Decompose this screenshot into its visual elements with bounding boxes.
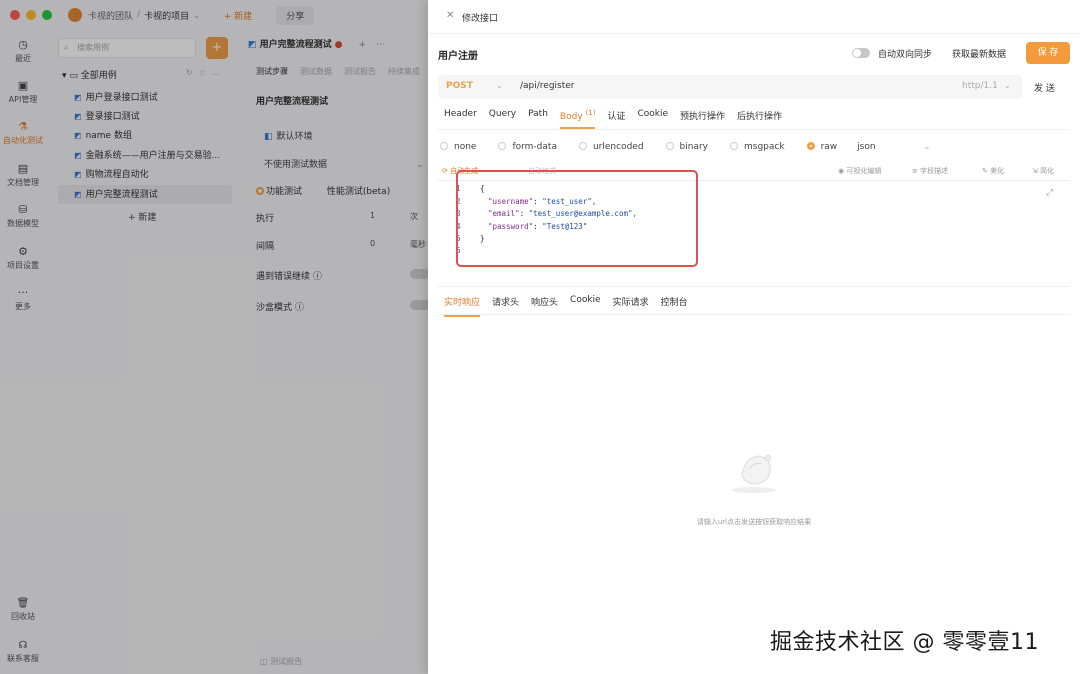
body-type-group: none form-data urlencoded binary msgpack… [440, 142, 930, 152]
radio-urlencoded[interactable]: urlencoded [578, 142, 644, 152]
protocol-select[interactable]: http/1.1 [962, 81, 998, 91]
tab-body[interactable]: Body (1) [559, 109, 596, 129]
fetch-latest-button[interactable]: 获取最新数据 [952, 47, 1006, 60]
visual-edit-button[interactable]: ◉ 可视化编辑 [838, 166, 881, 176]
radio-label: msgpack [744, 142, 785, 152]
radio-dot [730, 142, 739, 150]
url-input[interactable]: /api/register [520, 81, 575, 91]
expand-icon[interactable]: ⤢ [1046, 188, 1053, 198]
radio-label: raw [820, 142, 838, 152]
tab-auth[interactable]: 认证 [607, 109, 625, 129]
request-url-bar: POST ⌄ /api/register http/1.1 ⌄ [438, 75, 1022, 99]
radio-label: binary [679, 142, 709, 152]
chevron-down-icon[interactable]: ⌄ [1004, 81, 1011, 90]
beautify-label: 美化 [990, 167, 1005, 175]
radio-dot [440, 142, 448, 150]
minify-label: 简化 [1040, 167, 1055, 175]
tab-header[interactable]: Header [444, 109, 477, 129]
api-name[interactable]: 用户注册 [438, 47, 478, 62]
field-desc-label: 字段描述 [920, 167, 949, 175]
field-desc-button[interactable]: ≡ 字段描述 [912, 166, 948, 176]
empty-state-text: 请输入url点击发送按钮获取响应结果 [696, 518, 812, 526]
empty-state-illustration [732, 454, 776, 493]
radio-form-data[interactable]: form-data [498, 142, 557, 152]
close-icon[interactable]: ✕ [446, 10, 454, 21]
drawer-header: ✕ 修改接口 [428, 0, 1080, 34]
tab-body-label: Body [559, 112, 583, 122]
radio-dot [806, 142, 815, 150]
radio-dot [578, 142, 587, 150]
auto-sync-toggle[interactable] [852, 48, 870, 58]
radio-msgpack[interactable]: msgpack [730, 142, 785, 152]
divider [438, 129, 1070, 130]
drawer-title: 修改接口 [462, 14, 499, 24]
tab-pre-actions[interactable]: 预执行操作 [680, 109, 725, 129]
compress-icon: ⇲ [1032, 167, 1041, 175]
format-select[interactable]: json ⌄ [857, 142, 930, 152]
radio-none[interactable]: none [440, 142, 476, 152]
radio-label: none [454, 142, 477, 152]
radio-raw[interactable]: raw [806, 142, 838, 152]
edit-api-drawer: ✕ 修改接口 用户注册 自动双向同步 获取最新数据 保 存 POST ⌄ /ap… [428, 0, 1080, 674]
send-button[interactable]: 发 送 [1034, 81, 1055, 94]
tab-post-actions[interactable]: 后执行操作 [737, 109, 782, 129]
radio-binary[interactable]: binary [665, 142, 709, 152]
radio-dot [665, 142, 674, 150]
radio-label: form-data [512, 142, 557, 152]
request-tabs: Header Query Path Body (1) 认证 Cookie 预执行… [444, 109, 782, 129]
annotation-highlight-box [456, 170, 698, 267]
method-select[interactable]: POST [446, 81, 473, 91]
save-button[interactable]: 保 存 [1026, 42, 1070, 64]
divider [438, 314, 1070, 315]
brush-icon: ✎ [982, 167, 991, 175]
radio-label: urlencoded [592, 142, 644, 152]
minify-button[interactable]: ⇲ 简化 [1032, 166, 1054, 176]
tab-body-count: (1) [585, 109, 596, 117]
beautify-button[interactable]: ✎ 美化 [982, 166, 1004, 176]
list-icon: ≡ [912, 167, 921, 175]
tab-query[interactable]: Query [489, 109, 516, 129]
chevron-down-icon: ⌄ [923, 142, 931, 151]
format-label: json [857, 142, 876, 152]
chevron-down-icon[interactable]: ⌄ [496, 81, 503, 90]
tab-path[interactable]: Path [528, 109, 548, 129]
watermark: 掘金技术社区 @ 零零壹11 [770, 630, 1039, 655]
visual-edit-label: 可视化编辑 [846, 167, 882, 175]
auto-sync-label: 自动双向同步 [878, 50, 933, 60]
radio-dot [498, 142, 507, 150]
magic-icon: ⟳ [442, 167, 451, 175]
divider [438, 286, 1070, 287]
tab-cookie[interactable]: Cookie [637, 109, 668, 129]
